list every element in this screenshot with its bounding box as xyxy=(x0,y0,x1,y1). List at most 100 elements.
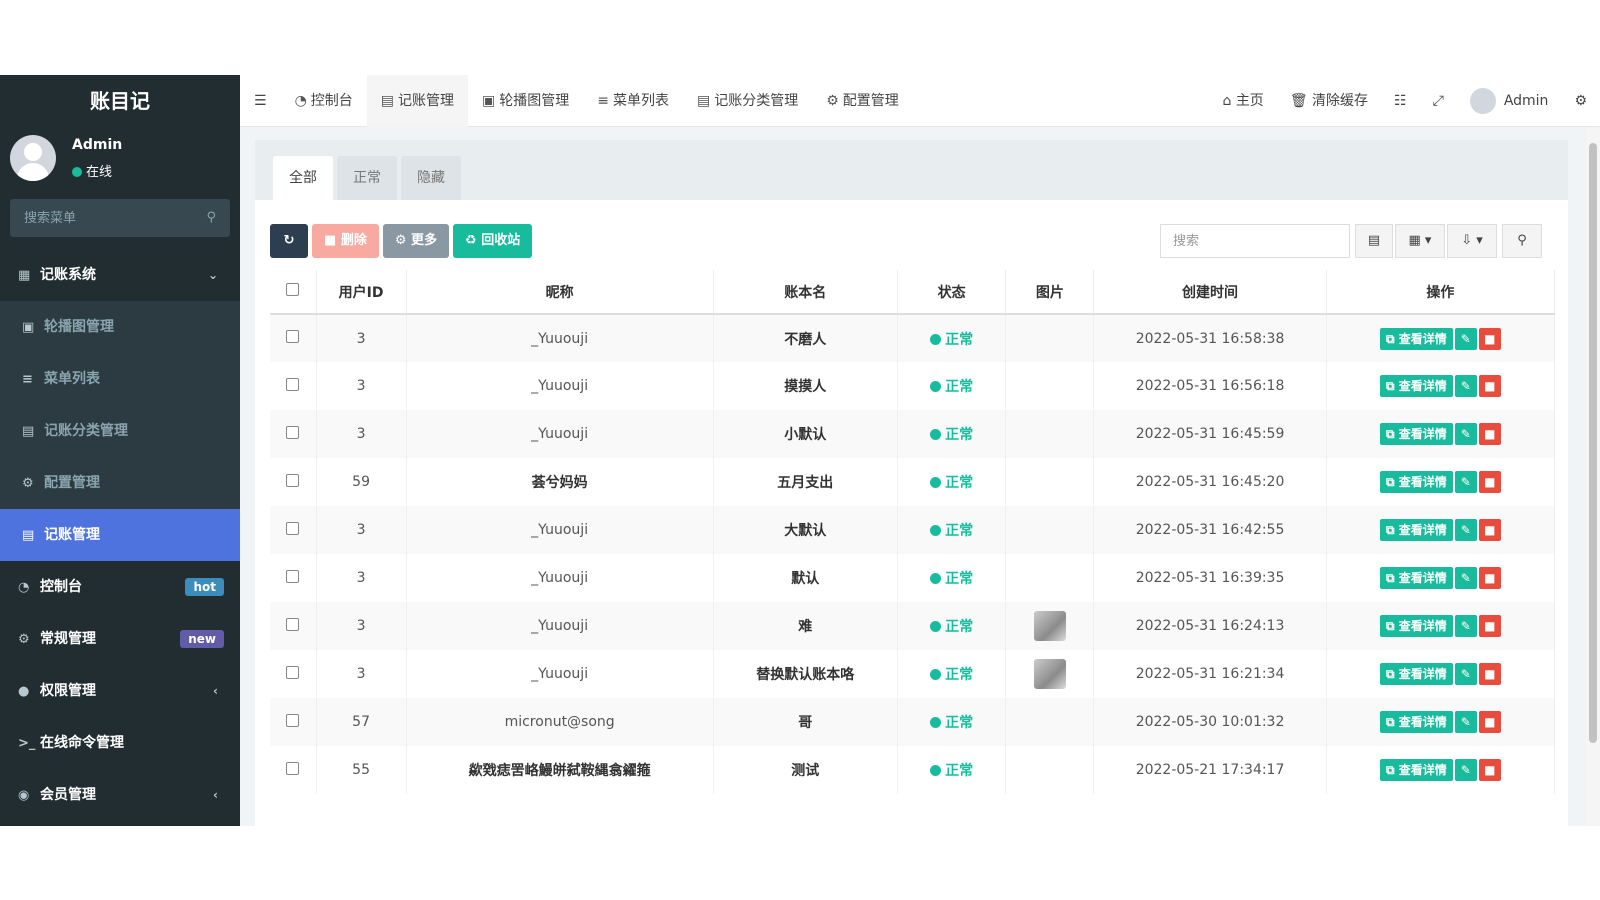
search-toggle-button[interactable]: ⚲ xyxy=(1502,224,1542,258)
toggle-view-button[interactable]: ▤ xyxy=(1355,224,1393,258)
more-button[interactable]: ⚙ 更多 xyxy=(382,224,450,258)
fullscreen-button[interactable]: ⤢ xyxy=(1420,75,1457,127)
row-select-cell xyxy=(270,602,317,650)
sidebar-item-carousel[interactable]: ▣ 轮播图管理 xyxy=(0,301,240,353)
view-detail-button[interactable]: ⧉ 查看详情 xyxy=(1379,759,1453,781)
sidebar-search-input[interactable] xyxy=(10,199,230,237)
cell-image xyxy=(1005,506,1095,554)
delete-row-button[interactable]: ■ xyxy=(1478,471,1501,493)
clear-cache-button[interactable]: 🗑 清除缓存 xyxy=(1277,75,1381,127)
edit-button[interactable]: ✎ xyxy=(1454,423,1477,445)
tab-hidden[interactable]: 隐藏 xyxy=(401,156,461,200)
home-link[interactable]: ⌂ 主页 xyxy=(1209,75,1276,127)
view-detail-button[interactable]: ⧉ 查看详情 xyxy=(1379,327,1453,350)
brand-title[interactable]: 账目记 xyxy=(0,75,240,127)
edit-button[interactable]: ✎ xyxy=(1454,663,1477,685)
tab-bookkeeping[interactable]: ▤ 记账管理 xyxy=(366,75,469,127)
row-checkbox[interactable] xyxy=(286,330,300,343)
row-checkbox[interactable] xyxy=(286,665,300,679)
row-checkbox[interactable] xyxy=(286,617,300,631)
sidebar-item-menu-list[interactable]: ≡ 菜单列表 xyxy=(0,353,240,405)
settings-button[interactable]: ⚙ xyxy=(1561,75,1600,127)
delete-button[interactable]: ■ 删除 xyxy=(312,224,379,258)
pencil-icon: ✎ xyxy=(1460,331,1471,346)
edit-button[interactable]: ✎ xyxy=(1454,759,1477,781)
view-detail-button[interactable]: ⧉ 查看详情 xyxy=(1379,615,1453,637)
edit-button[interactable]: ✎ xyxy=(1454,471,1477,493)
tab-menu-list[interactable]: ≡ 菜单列表 xyxy=(583,75,683,127)
edit-button[interactable]: ✎ xyxy=(1454,711,1477,733)
col-nickname[interactable]: 昵称 xyxy=(406,270,714,315)
col-image[interactable]: 图片 xyxy=(1005,270,1095,315)
tab-category[interactable]: ▤ 记账分类管理 xyxy=(683,75,812,127)
trash-icon: ■ xyxy=(1484,331,1496,346)
col-created[interactable]: 创建时间 xyxy=(1093,270,1327,315)
sidebar-item-dashboard[interactable]: ◔ 控制台 hot xyxy=(0,561,240,613)
row-checkbox[interactable] xyxy=(286,377,300,391)
search-icon[interactable]: ⚲ xyxy=(206,210,216,225)
sidebar-item-category[interactable]: ▤ 记账分类管理 xyxy=(0,405,240,457)
refresh-button[interactable]: ↻ xyxy=(270,224,308,258)
tab-config[interactable]: ⚙ 配置管理 xyxy=(812,75,913,127)
row-checkbox[interactable] xyxy=(286,713,300,727)
view-detail-button[interactable]: ⧉ 查看详情 xyxy=(1379,471,1453,493)
sidebar: 账目记 Admin 在线 ⚲ ▦记账系统 ⌄ ▣轮播图管理 ≡菜单列表 ▤记账分… xyxy=(0,75,240,826)
admin-menu[interactable]: Admin xyxy=(1457,75,1562,127)
delete-row-button[interactable]: ■ xyxy=(1478,759,1501,781)
row-checkbox[interactable] xyxy=(286,521,300,535)
view-detail-button[interactable]: ⧉ 查看详情 xyxy=(1379,519,1453,541)
row-checkbox[interactable] xyxy=(286,761,300,775)
sidebar-item-accounting-system[interactable]: ▦ 记账系统 ⌄ xyxy=(0,249,240,301)
sidebar-item-bookkeeping[interactable]: ▤ 记账管理 xyxy=(0,509,240,561)
thumbnail-image[interactable] xyxy=(1033,659,1066,689)
view-detail-button[interactable]: ⧉ 查看详情 xyxy=(1379,567,1453,589)
pencil-icon: ✎ xyxy=(1460,715,1471,729)
row-checkbox[interactable] xyxy=(286,425,300,439)
language-button[interactable]: ☷ xyxy=(1381,75,1420,127)
delete-row-button[interactable]: ■ xyxy=(1478,375,1501,397)
sidebar-item-general[interactable]: ⚙ 常规管理 new xyxy=(0,613,240,665)
edit-button[interactable]: ✎ xyxy=(1454,567,1477,589)
export-button[interactable]: ⇩ ▾ xyxy=(1447,224,1497,258)
online-dot-icon xyxy=(72,167,82,177)
sidebar-item-permission[interactable]: ● 权限管理 ‹ xyxy=(0,665,240,717)
thumbnail-image[interactable] xyxy=(1033,611,1066,641)
cell-image xyxy=(1005,698,1095,746)
delete-row-button[interactable]: ■ xyxy=(1478,567,1501,589)
view-detail-button[interactable]: ⧉ 查看详情 xyxy=(1379,711,1453,733)
col-status[interactable]: 状态 xyxy=(897,270,1007,315)
delete-row-button[interactable]: ■ xyxy=(1478,519,1501,541)
recycle-button[interactable]: ♻ 回收站 xyxy=(453,224,533,258)
columns-button[interactable]: ▦ ▾ xyxy=(1395,224,1445,258)
tab-all[interactable]: 全部 xyxy=(273,156,333,200)
view-detail-button[interactable]: ⧉ 查看详情 xyxy=(1379,423,1453,445)
tab-dashboard[interactable]: ◔ 控制台 xyxy=(281,75,367,127)
tab-normal[interactable]: 正常 xyxy=(337,156,397,200)
row-checkbox[interactable] xyxy=(286,569,300,583)
cell-created: 2022-05-31 16:21:34 xyxy=(1093,650,1327,698)
delete-row-button[interactable]: ■ xyxy=(1478,327,1501,350)
row-checkbox[interactable] xyxy=(286,473,300,487)
view-detail-button[interactable]: ⧉ 查看详情 xyxy=(1379,375,1453,397)
col-user-id[interactable]: 用户ID xyxy=(316,270,407,315)
delete-row-button[interactable]: ■ xyxy=(1478,711,1501,733)
cell-book-name: 不磨人 xyxy=(713,314,898,362)
select-all-checkbox[interactable] xyxy=(286,283,300,296)
delete-row-button[interactable]: ■ xyxy=(1478,423,1501,445)
tab-carousel[interactable]: ▣ 轮播图管理 xyxy=(468,75,583,127)
edit-button[interactable]: ✎ xyxy=(1454,519,1477,541)
table-search-input[interactable] xyxy=(1160,224,1350,258)
edit-button[interactable]: ✎ xyxy=(1454,327,1477,350)
sidebar-item-config[interactable]: ⚙ 配置管理 xyxy=(0,457,240,509)
sidebar-toggle[interactable]: ☰ xyxy=(240,75,281,127)
edit-button[interactable]: ✎ xyxy=(1454,375,1477,397)
page-scrollbar[interactable] xyxy=(1586,127,1600,826)
edit-button[interactable]: ✎ xyxy=(1454,615,1477,637)
delete-row-button[interactable]: ■ xyxy=(1478,663,1501,685)
sidebar-item-member[interactable]: ◉ 会员管理 ‹ xyxy=(0,769,240,821)
delete-row-button[interactable]: ■ xyxy=(1478,615,1501,637)
sidebar-item-command[interactable]: >_ 在线命令管理 xyxy=(0,717,240,769)
scrollbar-thumb[interactable] xyxy=(1589,143,1597,743)
view-detail-button[interactable]: ⧉ 查看详情 xyxy=(1379,663,1453,685)
col-book-name[interactable]: 账本名 xyxy=(713,270,898,315)
